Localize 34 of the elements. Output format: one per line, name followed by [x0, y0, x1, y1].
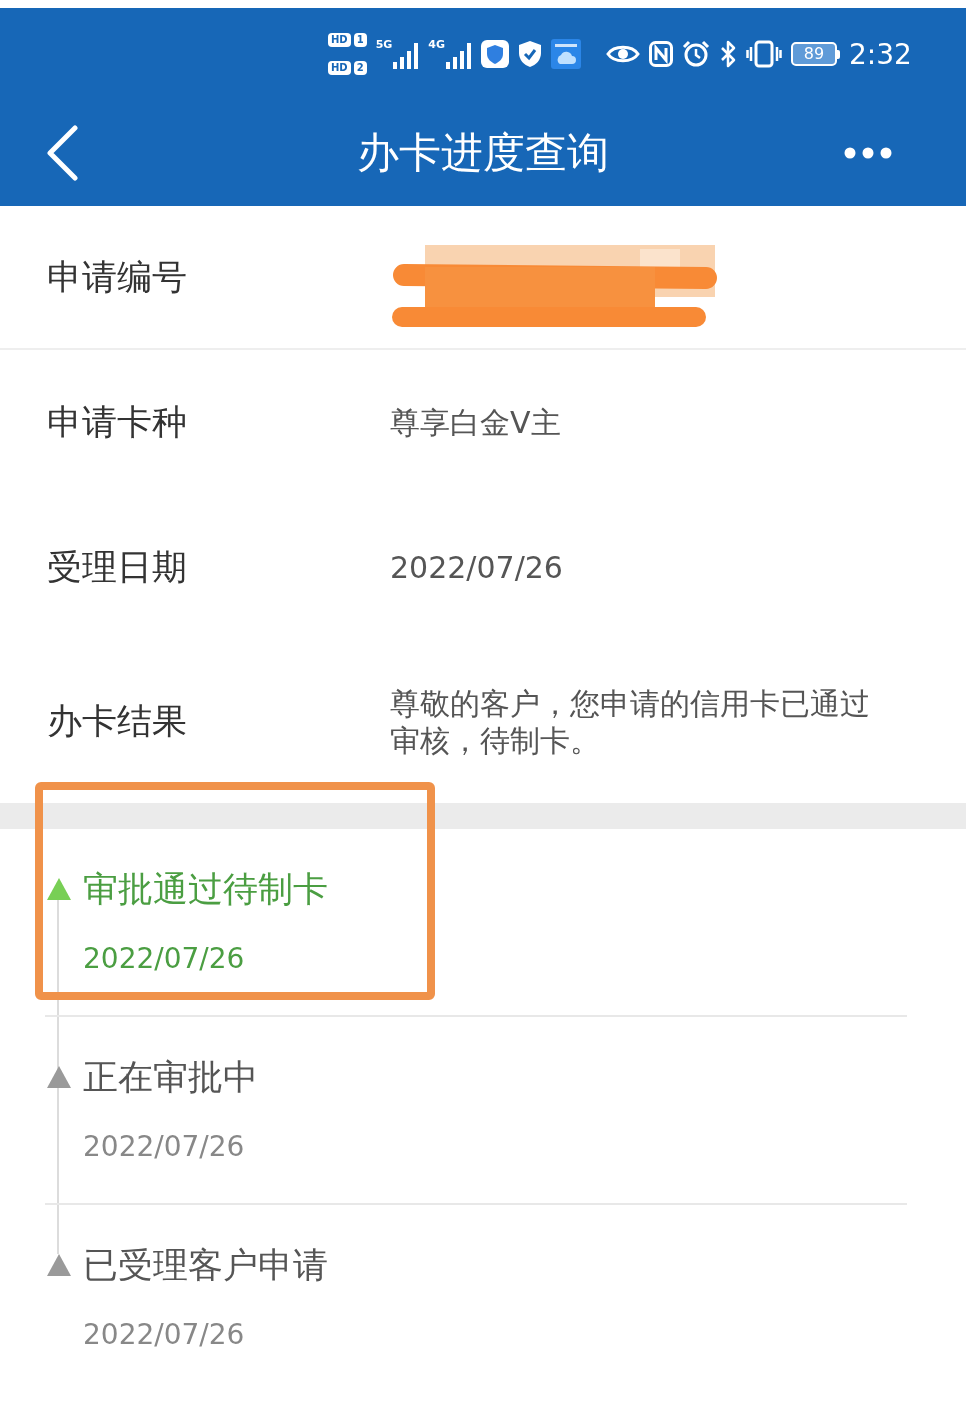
- step-date: 2022/07/26: [83, 1129, 245, 1165]
- field-label: 申请卡种: [47, 401, 187, 444]
- step-title: 已受理客户申请: [83, 1245, 328, 1285]
- eye-icon: [606, 43, 640, 65]
- cloud-app-icon: [551, 39, 581, 69]
- sim-slot-badge: 2: [353, 61, 367, 75]
- field-label: 受理日期: [47, 546, 187, 589]
- vibrate-icon: [746, 40, 782, 68]
- network-type-label: 4G: [428, 39, 445, 51]
- page-title: 办卡进度查询: [357, 127, 609, 179]
- back-icon[interactable]: [45, 125, 79, 181]
- step-title: 审批通过待制卡: [83, 869, 328, 909]
- more-icon[interactable]: [844, 147, 892, 159]
- sim-slot-badge: 1: [353, 33, 367, 47]
- signal-bars-icon: [393, 43, 420, 69]
- field-value: 尊享白金V主: [390, 404, 561, 441]
- hd-badge: HD: [328, 61, 351, 75]
- field-label: 办卡结果: [47, 700, 187, 743]
- signal-bars-icon: [446, 43, 472, 69]
- field-value: 2022/07/26: [390, 549, 563, 586]
- alarm-clock-icon: [682, 40, 710, 68]
- field-value: 尊敬的客户，您申请的信用卡已通过审核，待制卡。: [390, 684, 871, 759]
- bluetooth-icon: [719, 40, 737, 68]
- shield-check-icon: [518, 40, 542, 68]
- shield-app-icon: [481, 40, 509, 68]
- nfc-icon: [649, 41, 673, 67]
- step-title: 正在审批中: [83, 1057, 258, 1097]
- hd-badge: HD: [328, 33, 351, 47]
- step-date: 2022/07/26: [83, 1317, 245, 1353]
- step-date: 2022/07/26: [83, 941, 245, 977]
- field-label: 申请编号: [47, 255, 187, 299]
- clock-time: 2:32: [849, 37, 912, 71]
- battery-indicator: 89: [791, 42, 840, 66]
- network-type-label: 5G: [375, 39, 393, 51]
